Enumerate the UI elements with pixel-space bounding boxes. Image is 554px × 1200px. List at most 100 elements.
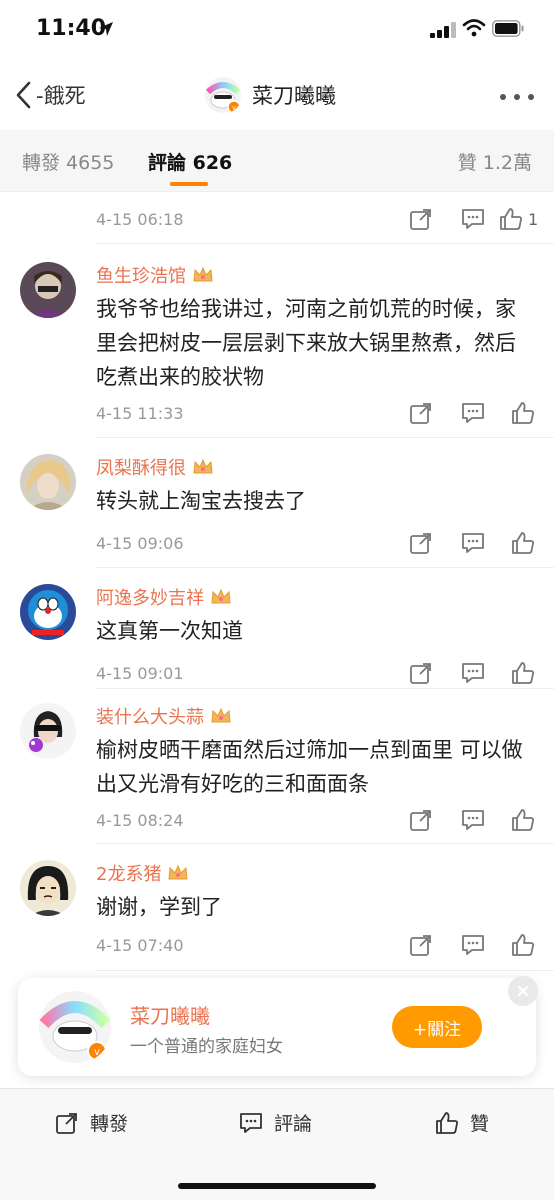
like-count: 1	[528, 210, 539, 229]
follow-card-name[interactable]: 菜刀曦曦	[130, 1000, 210, 1029]
username-text: 阿逸多妙吉祥	[96, 588, 204, 609]
more-options-icon[interactable]	[498, 92, 536, 102]
username-text: 装什么大头蒜	[96, 707, 204, 728]
tab-comments[interactable]: 評論 626	[148, 148, 232, 175]
share-icon[interactable]	[408, 932, 434, 958]
username-text: 凤梨酥得很	[96, 458, 186, 479]
crown-badge-icon	[193, 458, 213, 474]
like-icon	[436, 1111, 458, 1134]
username-text: 鱼生珍浩馆	[96, 266, 186, 287]
svg-text:v: v	[94, 1046, 100, 1058]
tab-repost[interactable]: 轉發 4655	[22, 148, 114, 175]
comment-time: 4-15 08:24	[96, 811, 184, 830]
comment-label: 評論	[274, 1113, 313, 1135]
back-label: -餓死	[36, 84, 86, 108]
divider	[96, 970, 554, 971]
comment-icon	[240, 1112, 262, 1133]
comment-time: 4-15 06:18	[96, 210, 184, 229]
close-button[interactable]	[508, 976, 538, 1006]
close-icon	[518, 986, 528, 996]
comment-username[interactable]: 阿逸多妙吉祥	[96, 584, 232, 610]
comment-username[interactable]: 鱼生珍浩馆	[96, 262, 214, 288]
nav-user[interactable]: v 菜刀曦曦	[204, 76, 336, 114]
user-avatar-icon[interactable]	[20, 584, 76, 640]
follow-button[interactable]: +關注	[392, 1006, 482, 1048]
active-tab-indicator	[170, 182, 208, 186]
nav-title: 菜刀曦曦	[252, 84, 336, 108]
divider	[96, 843, 554, 844]
comment-icon[interactable]	[460, 400, 486, 426]
share-icon[interactable]	[408, 206, 434, 232]
comment-icon[interactable]	[460, 660, 486, 686]
comment-meta: 4-15 06:18 1	[96, 202, 554, 238]
svg-text:v: v	[232, 105, 236, 112]
comment-time: 4-15 09:01	[96, 664, 184, 683]
crown-badge-icon	[211, 588, 231, 604]
comment-meta: 4-15 08:24	[96, 803, 554, 839]
repost-label: 轉發	[90, 1113, 129, 1135]
comment-username[interactable]: 装什么大头蒜	[96, 703, 232, 729]
like-icon[interactable]	[498, 206, 524, 232]
like-icon[interactable]	[510, 400, 536, 426]
like-label: 贊	[470, 1113, 490, 1135]
user-avatar-icon[interactable]	[20, 703, 76, 759]
comment-time: 4-15 07:40	[96, 936, 184, 955]
share-icon[interactable]	[408, 400, 434, 426]
like-button[interactable]: 贊	[434, 1109, 489, 1136]
comment-time: 4-15 11:33	[96, 404, 184, 423]
divider	[96, 437, 554, 438]
like-icon[interactable]	[510, 807, 536, 833]
like-icon[interactable]	[510, 530, 536, 556]
chevron-left-icon	[16, 81, 31, 109]
comment-username[interactable]: 2龙系猪	[96, 860, 189, 886]
tab-bar: 轉發 4655 評論 626 贊 1.2萬	[0, 130, 554, 192]
share-icon[interactable]	[408, 530, 434, 556]
share-icon	[56, 1112, 77, 1134]
user-avatar-icon[interactable]	[20, 262, 76, 318]
comment-meta: 4-15 11:33	[96, 396, 554, 432]
username-text: 2龙系猪	[96, 864, 162, 885]
comment-meta: 4-15 09:01	[96, 656, 554, 692]
comment-icon[interactable]	[460, 530, 486, 556]
user-avatar-icon: v	[205, 77, 241, 114]
location-arrow-icon	[99, 22, 113, 36]
like-icon[interactable]	[510, 932, 536, 958]
comment-time: 4-15 09:06	[96, 534, 184, 553]
share-icon[interactable]	[408, 807, 434, 833]
comment-text: 转头就上淘宝去搜去了	[96, 489, 306, 513]
battery-icon	[492, 20, 524, 37]
cellular-signal-icon	[430, 22, 456, 38]
repost-button[interactable]: 轉發	[54, 1109, 128, 1136]
crown-badge-icon	[168, 864, 189, 880]
bottom-action-bar: 轉發 評論 贊	[0, 1088, 554, 1200]
user-avatar-icon[interactable]	[20, 860, 76, 916]
crown-badge-icon	[211, 707, 231, 723]
like-icon[interactable]	[510, 660, 536, 686]
comment-text: 榆树皮晒干磨面然后过筛加一点到面里 可以做出又光滑有好吃的三和面面条	[96, 738, 523, 796]
divider	[96, 567, 554, 568]
divider	[96, 688, 554, 689]
comment-meta: 4-15 07:40	[96, 928, 554, 964]
comment-username[interactable]: 凤梨酥得很	[96, 454, 214, 480]
follow-card: v 菜刀曦曦 一个普通的家庭妇女 +關注	[18, 976, 538, 1076]
nav-bar: -餓死 v 菜刀曦曦	[0, 62, 554, 130]
tab-likes[interactable]: 贊 1.2萬	[458, 148, 532, 175]
crown-badge-icon	[193, 266, 213, 282]
comment-button[interactable]: 評論	[238, 1109, 312, 1136]
wifi-icon	[462, 19, 486, 37]
comment-text: 谢谢，学到了	[96, 895, 222, 919]
comment-text: 这真第一次知道	[96, 619, 243, 643]
user-avatar-icon[interactable]: v	[38, 990, 112, 1064]
comment-icon[interactable]	[460, 932, 486, 958]
comment-list: 4-15 06:18 1 鱼生珍浩馆 我爷爷也给我讲过，河南之前饥荒的时候，家里…	[0, 192, 554, 1088]
status-bar: 11:40	[0, 0, 554, 62]
comment-icon[interactable]	[460, 807, 486, 833]
comment-icon[interactable]	[460, 206, 486, 232]
user-avatar-icon[interactable]	[20, 454, 76, 510]
comment-meta: 4-15 09:06	[96, 526, 554, 562]
list-item: 4-15 06:18 1	[96, 192, 554, 244]
share-icon[interactable]	[408, 660, 434, 686]
home-indicator[interactable]	[178, 1183, 376, 1189]
comment-text: 我爷爷也给我讲过，河南之前饥荒的时候，家里会把树皮一层层剥下来放大锅里熬煮，然后…	[96, 297, 516, 389]
back-button[interactable]: -餓死	[14, 80, 86, 110]
